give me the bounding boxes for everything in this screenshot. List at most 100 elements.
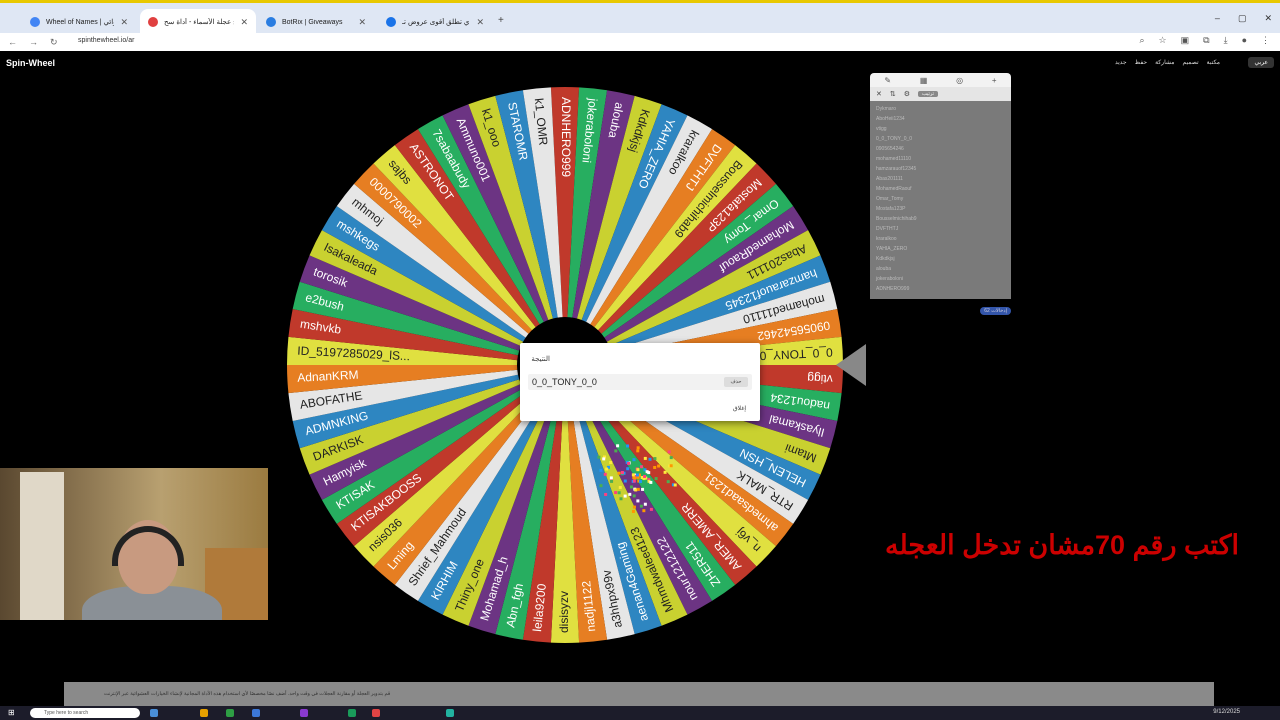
- close-button[interactable]: إغلاق: [733, 405, 746, 412]
- entry-list-item[interactable]: jokeraboloni: [876, 274, 1011, 284]
- os-taskbar: ⊞ Type here to search 9/12/2025: [0, 706, 1280, 720]
- sort-button[interactable]: ترتيب: [918, 91, 938, 97]
- confetti-particle: [646, 470, 649, 473]
- entry-list-item[interactable]: Abas201111: [876, 174, 1011, 184]
- confetti-particle: [640, 505, 643, 508]
- maximize-icon[interactable]: ▢: [1238, 13, 1247, 24]
- close-tab-icon[interactable]: ✕: [120, 17, 128, 28]
- windows-start-icon[interactable]: ⊞: [8, 708, 15, 717]
- entry-list-item[interactable]: Kdkdkjsj: [876, 254, 1011, 264]
- confetti-particle: [653, 457, 656, 460]
- taskbar-app-icon[interactable]: [300, 709, 308, 717]
- entry-list-item[interactable]: 0905654246: [876, 144, 1011, 154]
- zoom-icon[interactable]: ⌕: [1140, 35, 1145, 46]
- entry-list-item[interactable]: Bousselmichihab9: [876, 214, 1011, 224]
- entry-list-item[interactable]: hamzarauof12345: [876, 164, 1011, 174]
- close-tab-icon[interactable]: ✕: [240, 17, 248, 28]
- more-icon[interactable]: ⋮: [1261, 35, 1270, 46]
- download-icon[interactable]: ⤓: [1224, 35, 1228, 46]
- remove-button[interactable]: حذف: [724, 377, 748, 387]
- navigation-icons[interactable]: ←→↻: [8, 37, 70, 48]
- menu-library[interactable]: مكتبة: [1207, 59, 1220, 66]
- confetti-particle: [655, 477, 658, 480]
- entry-list-item[interactable]: AboHeii1234: [876, 114, 1011, 124]
- entry-list-item[interactable]: DVFTHTJ: [876, 224, 1011, 234]
- menu-new[interactable]: جديد: [1115, 59, 1127, 66]
- confetti-particle: [628, 493, 631, 496]
- confetti-particle: [636, 499, 639, 502]
- confetti-particle: [636, 449, 639, 452]
- minimize-icon[interactable]: –: [1215, 13, 1220, 24]
- language-button[interactable]: عربي: [1248, 57, 1274, 68]
- browser-tab-bar: Wheel of Names | إسم العشوائي✕ برنامج عج…: [0, 0, 1280, 33]
- paste-icon[interactable]: ▦: [920, 76, 928, 85]
- entry-list-item[interactable]: kraralkoo: [876, 234, 1011, 244]
- taskbar-app-icon[interactable]: [200, 709, 208, 717]
- shop-favicon-icon: [386, 17, 396, 27]
- browser-tab-4[interactable]: مداس باي تطلق أقوى عروض تـ...✕: [378, 9, 492, 35]
- profile-icon[interactable]: ●: [1242, 35, 1247, 46]
- entry-list-item[interactable]: mohamed11110: [876, 154, 1011, 164]
- confetti-particle: [619, 486, 622, 489]
- taskbar-app-icon[interactable]: [226, 709, 234, 717]
- browser-tab-1[interactable]: Wheel of Names | إسم العشوائي✕: [22, 9, 136, 35]
- new-tab-icon[interactable]: +: [498, 15, 504, 26]
- entry-list-item[interactable]: YAHIA_ZERO: [876, 244, 1011, 254]
- menu-share[interactable]: مشاركة: [1155, 59, 1174, 66]
- confetti-particle: [632, 510, 635, 513]
- entries-panel: ✎ ▦ ◎ + ✕ ⇅ ⚙ ترتيب Dykmaro AboHeii1234 vt…: [870, 73, 1011, 309]
- botrix-favicon-icon: [266, 17, 276, 27]
- entry-list-item[interactable]: Dykmaro: [876, 104, 1011, 114]
- menu-save[interactable]: حفظ: [1135, 59, 1147, 66]
- taskbar-clock: 9/12/2025: [1213, 709, 1240, 715]
- menu-design[interactable]: تصميم: [1182, 59, 1198, 66]
- entry-list-item[interactable]: ADNHERO999: [876, 284, 1011, 294]
- site-logo[interactable]: Spin-Wheel: [6, 58, 55, 68]
- entry-list-item[interactable]: Omar_Tomy: [876, 194, 1011, 204]
- taskbar-search-input[interactable]: Type here to search: [30, 708, 140, 718]
- sort-icon[interactable]: ⇅: [890, 90, 896, 98]
- taskbar-app-icon[interactable]: [150, 709, 158, 717]
- confetti-particle: [624, 480, 627, 483]
- confetti-particle: [633, 506, 636, 509]
- extension-icon[interactable]: ▣: [1181, 35, 1190, 46]
- confetti-particle: [674, 484, 677, 487]
- confetti-particle: [649, 458, 652, 461]
- confetti-particle: [642, 509, 645, 512]
- browser-tab-2[interactable]: برنامج عجلة الأسماء - أداة سح...✕: [140, 9, 256, 35]
- entry-list-item[interactable]: alouba: [876, 264, 1011, 274]
- wheel-pointer-icon: [836, 344, 866, 386]
- edit-icon[interactable]: ✎: [884, 76, 891, 85]
- bookmark-star-icon[interactable]: ☆: [1159, 35, 1167, 46]
- confetti-particle: [641, 488, 644, 491]
- close-tab-icon[interactable]: ✕: [476, 17, 484, 28]
- close-window-icon[interactable]: ✕: [1264, 13, 1272, 24]
- confetti-particle: [640, 465, 643, 468]
- panel-tabs: ✎ ▦ ◎ +: [870, 73, 1011, 87]
- confetti-particle: [624, 495, 627, 498]
- entry-list-item[interactable]: MohamedRaouf: [876, 184, 1011, 194]
- taskbar-app-icon[interactable]: [252, 709, 260, 717]
- browser-tab-3[interactable]: BotRix | Giveaways ✕: [258, 9, 374, 35]
- entries-list[interactable]: Dykmaro AboHeii1234 vtigg 0_0_TONY_0_0 09056…: [870, 101, 1011, 299]
- taskbar-app-icon[interactable]: [446, 709, 454, 717]
- confetti-particle: [643, 475, 646, 478]
- entry-list-item[interactable]: 0_0_TONY_0_0: [876, 134, 1011, 144]
- hide-icon[interactable]: ◎: [956, 76, 963, 85]
- add-icon[interactable]: +: [992, 76, 997, 85]
- settings-icon[interactable]: ⚙: [904, 90, 910, 98]
- url-field[interactable]: spinthewheel.io/ar: [78, 37, 134, 44]
- confetti-particle: [650, 508, 653, 511]
- confetti-particle: [630, 485, 633, 488]
- entry-list-item[interactable]: Mostafa123P: [876, 204, 1011, 214]
- close-tab-icon[interactable]: ✕: [358, 17, 366, 28]
- confetti-particle: [632, 473, 635, 476]
- entry-count-badge: 62 إدخالات: [980, 307, 1011, 315]
- taskbar-app-icon[interactable]: [348, 709, 356, 717]
- puzzle-icon[interactable]: ⧉: [1203, 35, 1209, 46]
- clear-icon[interactable]: ✕: [876, 90, 882, 98]
- confetti-particle: [604, 473, 607, 476]
- taskbar-app-icon[interactable]: [372, 709, 380, 717]
- dialog-title: النتيجة: [531, 355, 550, 363]
- entry-list-item[interactable]: vtigg: [876, 124, 1011, 134]
